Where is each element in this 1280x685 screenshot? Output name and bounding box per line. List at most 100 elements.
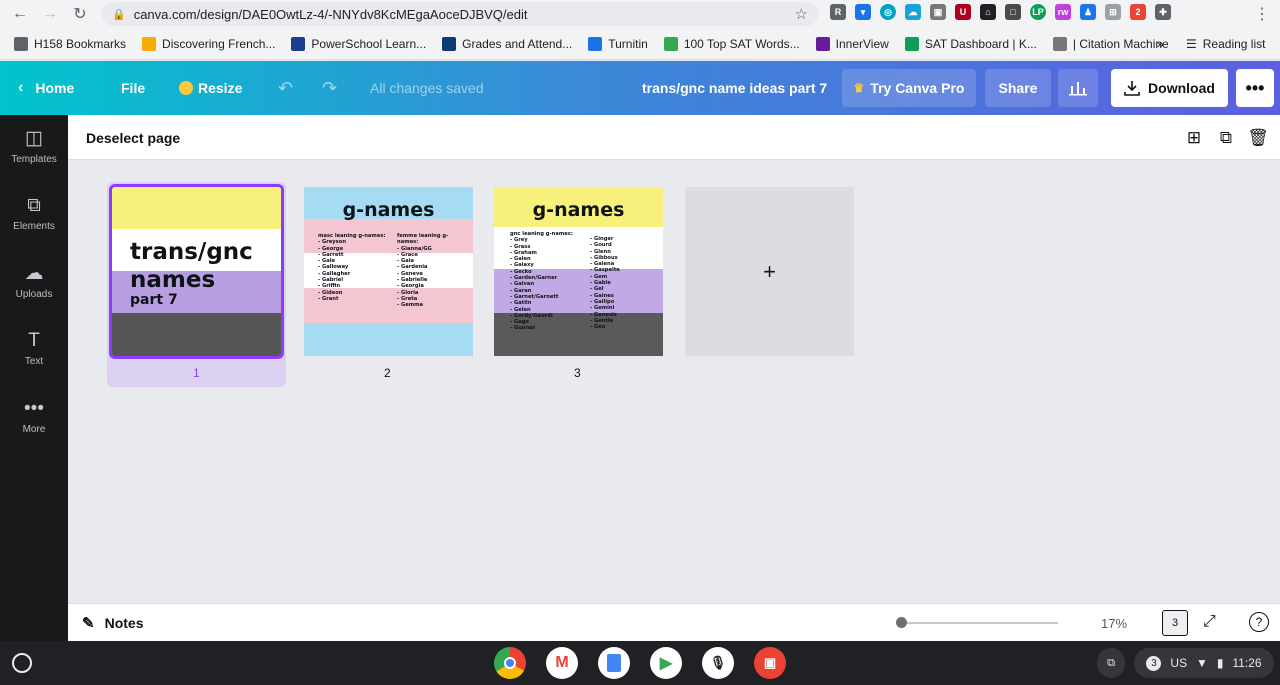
launcher-icon[interactable] (12, 653, 32, 673)
page-number-2: 2 (384, 366, 391, 380)
file-menu-button[interactable]: File (121, 61, 145, 115)
bookmark-favicon-icon (14, 36, 28, 51)
sidebar-item-text[interactable]: T Text (0, 317, 68, 379)
bookmark-favicon-icon (142, 36, 157, 51)
elements-icon: ⧉ (27, 194, 41, 216)
bookmark-item[interactable]: 100 Top SAT Words... (663, 28, 800, 59)
page-1-title-line-3: part 7 (130, 292, 178, 308)
extension-shield-icon[interactable]: U (955, 4, 971, 20)
wifi-icon: ▼ (1196, 656, 1208, 670)
page-2-column-2: femme leaning g-names: - Gianna/GG - Grac… (397, 233, 457, 309)
resize-button[interactable]: Resize (179, 61, 242, 115)
page-3-column-1: gnc leaning g-names: - Grey - Grass - Grah… (510, 231, 573, 332)
extension-globe-icon[interactable]: ◎ (880, 4, 896, 20)
name-list-item: - Gunnar (510, 325, 536, 332)
extension-rw-icon[interactable]: rw (1055, 4, 1071, 20)
bookmark-item[interactable]: InnerView (815, 28, 889, 59)
page-2-column-2-header: femme leaning g-names: (397, 233, 449, 246)
gmail-app-icon[interactable]: M (546, 647, 578, 679)
bookmark-star-icon[interactable]: ☆ (795, 5, 808, 23)
extension-grid-icon[interactable]: ⊞ (1105, 4, 1121, 20)
page-2-band-5 (304, 323, 473, 356)
extension-badge-icon[interactable]: 2 (1130, 4, 1146, 20)
bookmark-item[interactable]: PowerSchool Learn... (291, 28, 426, 59)
extension-save-icon[interactable]: ▾ (855, 4, 871, 20)
try-canva-pro-button[interactable]: ♛ Try Canva Pro (842, 69, 976, 107)
zoom-slider-handle[interactable] (896, 617, 907, 628)
page-thumbnail-2[interactable]: g-names masc leaning g-names: - Greyson -… (304, 187, 473, 356)
recorder-app-icon[interactable]: 🎙 (702, 647, 734, 679)
home-button[interactable]: ‹ Home (18, 61, 74, 115)
extensions-puzzle-icon[interactable]: ✚ (1155, 4, 1171, 20)
extension-lp-icon[interactable]: LP (1030, 4, 1046, 20)
bookmark-item[interactable]: Turnitin (588, 28, 648, 59)
zoom-level[interactable]: 17% (1101, 604, 1127, 642)
extension-home-icon[interactable]: ⌂ (980, 4, 996, 20)
docs-app-icon[interactable] (598, 647, 630, 679)
back-arrow-icon[interactable]: ← (8, 2, 32, 26)
status-tray[interactable]: 3 US ▼ ▮ 11:26 (1134, 648, 1274, 678)
url-text: canva.com/design/DAE0OwtLz-4/-NNYdv8KcME… (133, 6, 528, 22)
reload-icon[interactable]: ↻ (68, 2, 92, 26)
download-icon (1124, 81, 1140, 96)
clipboard-tray-icon[interactable]: ⧉ (1097, 648, 1125, 678)
gallery-app-icon[interactable]: ▣ (754, 647, 786, 679)
extension-cloud-icon[interactable]: ☁ (905, 4, 921, 20)
extensions-bar: R ▾ ◎ ☁ ▣ U ⌂ □ LP rw ♟ ⊞ 2 ✚ (830, 4, 1171, 20)
bar-chart-icon (1069, 82, 1087, 96)
help-icon[interactable]: ? (1249, 612, 1269, 632)
extension-copy-icon[interactable]: ▣ (930, 4, 946, 20)
zoom-slider[interactable] (901, 622, 1058, 624)
fullscreen-icon[interactable]: ⤢ (1203, 613, 1216, 631)
extension-square-icon[interactable]: □ (1005, 4, 1021, 20)
delete-page-icon[interactable]: 🗑 (1247, 127, 1269, 149)
redo-icon[interactable]: ↷ (322, 61, 337, 115)
undo-icon[interactable]: ↶ (278, 61, 293, 115)
more-icon: ••• (24, 397, 44, 419)
page-thumbnail-1[interactable]: trans/gnc names part 7 (109, 184, 284, 359)
page-toolbar: Deselect page ⊞ ⧉ 🗑 (68, 115, 1280, 160)
forward-arrow-icon[interactable]: → (38, 2, 62, 26)
reading-list-button[interactable]: ☰ Reading list (1186, 28, 1265, 59)
lock-icon: 🔒 (112, 8, 126, 21)
share-button[interactable]: Share (985, 69, 1051, 107)
bookmark-item[interactable]: Grades and Attend... (442, 28, 572, 59)
duplicate-page-icon[interactable]: ⧉ (1215, 127, 1237, 149)
download-button[interactable]: Download (1111, 69, 1228, 107)
sidebar-item-templates[interactable]: ◫ Templates (0, 115, 68, 177)
save-status: All changes saved (370, 80, 484, 96)
page-2-title: g-names (342, 199, 435, 221)
sidebar-item-more[interactable]: ••• More (0, 385, 68, 447)
sidebar-item-uploads[interactable]: ☁ Uploads (0, 250, 68, 312)
add-page-tile[interactable]: + (685, 187, 854, 356)
text-icon: T (28, 329, 40, 351)
grid-view-button[interactable]: 3 (1162, 610, 1188, 636)
address-bar[interactable]: 🔒 canva.com/design/DAE0OwtLz-4/-NNYdv8Kc… (102, 2, 818, 26)
templates-icon: ◫ (25, 128, 43, 149)
editor-header: ‹ Home File Resize ↶ ↷ All changes saved… (0, 61, 1280, 115)
name-list-item: - Genesis (590, 311, 617, 318)
bookmarks-overflow-button[interactable]: » (1157, 28, 1164, 59)
page-2-column-1: masc leaning g-names: - Greyson - George -… (318, 233, 386, 302)
page-1-title-line-1: trans/gnc (130, 239, 253, 265)
more-options-button[interactable]: ••• (1236, 69, 1274, 107)
notes-button[interactable]: ✎ Notes (82, 604, 143, 642)
browser-menu-icon[interactable]: ⋮ (1254, 4, 1270, 24)
play-store-app-icon[interactable]: ▶ (650, 647, 682, 679)
chrome-app-icon[interactable] (494, 647, 526, 679)
page-grid: trans/gnc names part 7 1 g-names masc le… (68, 160, 1280, 603)
document-title[interactable]: trans/gnc name ideas part 7 (642, 61, 827, 115)
bookmark-item[interactable]: H158 Bookmarks (14, 28, 126, 59)
page-1-band-1 (112, 187, 281, 229)
page-thumbnail-3[interactable]: g-names gnc leaning g-names: - Grey - Gra… (494, 187, 663, 356)
sidebar-item-elements[interactable]: ⧉ Elements (0, 182, 68, 244)
deselect-page-button[interactable]: Deselect page (86, 115, 180, 160)
add-page-icon[interactable]: ⊞ (1183, 127, 1205, 149)
extension-person-icon[interactable]: ♟ (1080, 4, 1096, 20)
extension-r-icon[interactable]: R (830, 4, 846, 20)
insights-button[interactable] (1058, 69, 1098, 107)
bookmark-item[interactable]: | Citation Machine (1052, 28, 1169, 59)
bookmark-item[interactable]: Discovering French... (142, 28, 275, 59)
bookmark-item[interactable]: SAT Dashboard | K... (904, 28, 1037, 59)
bookmark-favicon-icon (442, 36, 457, 51)
